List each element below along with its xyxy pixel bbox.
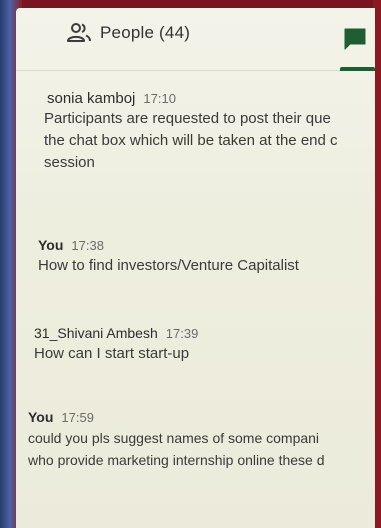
message-text-line: How can I start start-up <box>34 345 190 362</box>
chat-message: You 17:38 How to find investors/Venture … <box>16 236 375 277</box>
chat-message: 31_Shivani Ambesh 17:39 How can I start … <box>16 324 375 365</box>
tab-chat[interactable] <box>334 14 375 71</box>
message-text-line: could you pls suggest names of some comp… <box>28 430 320 446</box>
message-sender: 31_Shivani Ambesh <box>34 325 158 341</box>
message-text-line: who provide marketing internship online … <box>28 452 325 468</box>
message-time: 17:10 <box>143 91 176 106</box>
message-sender: sonia kamboj <box>47 90 136 107</box>
chat-panel: People (44) sonia kamboj 17:10 Participa… <box>16 8 375 528</box>
chat-message: You 17:59 could you pls suggest names of… <box>16 408 375 471</box>
message-sender: You <box>28 409 54 425</box>
people-icon <box>67 23 91 42</box>
message-meta: 31_Shivani Ambesh 17:39 <box>16 324 375 343</box>
message-meta: You 17:59 <box>16 408 375 427</box>
message-time: 17:59 <box>61 410 94 425</box>
active-tab-indicator <box>340 67 375 71</box>
message-sender: You <box>38 237 64 253</box>
chat-bubble-icon <box>344 28 366 50</box>
message-text-line: session <box>44 154 95 171</box>
message-time: 17:39 <box>165 326 199 341</box>
tab-people[interactable]: People (44) <box>67 18 190 48</box>
chat-message: sonia kamboj 17:10 Participants are requ… <box>16 90 375 174</box>
people-count-label: People (44) <box>100 23 191 42</box>
panel-header: People (44) <box>16 8 375 71</box>
message-time: 17:38 <box>71 238 104 253</box>
message-meta: You 17:38 <box>16 236 375 255</box>
message-text-line: the chat box which will be taken at the … <box>44 132 338 149</box>
message-text-line: How to find investors/Venture Capitalist <box>38 257 299 274</box>
message-meta: sonia kamboj 17:10 <box>16 90 375 108</box>
message-text-line: Participants are requested to post their… <box>44 110 331 127</box>
